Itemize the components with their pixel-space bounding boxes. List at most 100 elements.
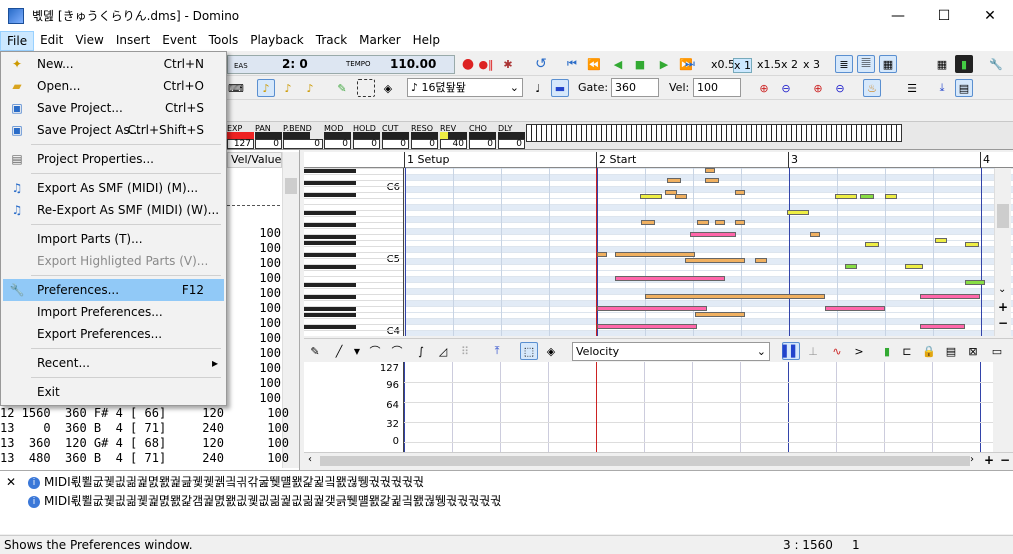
hzoom-minus-icon[interactable]: − <box>1000 453 1010 467</box>
midi-note[interactable] <box>755 258 767 263</box>
midi-note[interactable] <box>935 238 947 243</box>
marker-3[interactable]: 3 <box>791 153 798 166</box>
menu-item-recent[interactable]: Recent... ▸ <box>3 352 224 374</box>
close-button[interactable]: ✕ <box>967 0 1013 31</box>
menu-item-project-properties[interactable]: ▤ Project Properties... <box>3 148 224 170</box>
line-icon[interactable]: ╱ <box>330 342 348 360</box>
instrument-icon[interactable]: ♨ <box>863 79 881 97</box>
hold-meter[interactable] <box>353 132 380 139</box>
mod-meter[interactable] <box>324 132 351 139</box>
speed-x15[interactable]: x1.5 <box>757 58 781 71</box>
chart-icon[interactable]: ⊠ <box>964 342 982 360</box>
line-dropdown-icon[interactable]: ▼ <box>348 342 366 360</box>
black-key[interactable] <box>304 211 356 215</box>
book-icon[interactable]: ▤ <box>955 79 973 97</box>
midi-note[interactable] <box>705 178 719 183</box>
black-key[interactable] <box>304 241 356 245</box>
mini-keyboard[interactable] <box>526 124 902 142</box>
menu-view[interactable]: View <box>69 31 109 51</box>
midi-note[interactable] <box>640 194 662 199</box>
midi-note[interactable] <box>697 220 709 225</box>
midi-note[interactable] <box>965 280 985 285</box>
black-key[interactable] <box>304 223 356 227</box>
scroll-down-icon[interactable]: ⌄ <box>998 284 1006 295</box>
menu-marker[interactable]: Marker <box>353 31 406 51</box>
curve3-icon[interactable]: ∫ <box>412 342 430 360</box>
midi-note[interactable] <box>715 220 725 225</box>
black-key[interactable] <box>304 181 356 185</box>
menu-playback[interactable]: Playback <box>244 31 310 51</box>
midi-note[interactable] <box>825 306 885 311</box>
zoom-minus-icon[interactable]: − <box>998 316 1008 330</box>
piano-hscroll[interactable]: ‹ › + − <box>304 452 1013 469</box>
black-key[interactable] <box>304 265 356 269</box>
note-icon[interactable]: ♩ <box>529 79 547 97</box>
insert-point-icon[interactable]: ⤒ <box>488 342 506 360</box>
speed-x05[interactable]: x0.5 <box>711 58 735 71</box>
stop-icon[interactable]: ■ <box>631 55 649 73</box>
piano-view-icon[interactable]: 𝄚 <box>857 55 875 73</box>
black-key[interactable] <box>304 193 356 197</box>
scroll-left-icon[interactable]: ‹ <box>308 454 312 465</box>
rev-meter[interactable] <box>440 132 467 139</box>
speed-x3[interactable]: x 3 <box>803 58 820 71</box>
exp-meter[interactable] <box>227 132 254 139</box>
menu-track[interactable]: Track <box>310 31 353 51</box>
settings-wrench-icon[interactable]: 🔧 <box>987 55 1005 73</box>
black-key[interactable] <box>304 283 356 287</box>
panel-icon[interactable]: ▭ <box>988 342 1006 360</box>
greater-icon[interactable]: > <box>850 342 868 360</box>
measure-ruler[interactable]: 1 Setup 2 Start 3 4 <box>304 152 1013 168</box>
table-row[interactable]: 13 360 120 G# 4 [ 68] 120 100 <box>0 436 289 451</box>
black-key[interactable] <box>304 235 356 239</box>
table-row[interactable]: 13 480 360 B 4 [ 71] 240 100 <box>0 451 289 466</box>
black-key[interactable] <box>304 307 356 311</box>
black-key[interactable] <box>304 253 356 257</box>
note-length-select[interactable]: ♪ 16뎘돺돺 ⌄ <box>407 78 523 97</box>
tracks-icon[interactable]: ☰ <box>903 79 921 97</box>
midi-note[interactable] <box>675 194 687 199</box>
speaker-mute-icon[interactable]: ♪ <box>279 79 297 97</box>
select-icon[interactable] <box>357 79 375 97</box>
midi-note[interactable] <box>641 220 655 225</box>
menu-event[interactable]: Event <box>156 31 202 51</box>
menu-edit[interactable]: Edit <box>34 31 69 51</box>
marker-start[interactable]: 2 Start <box>599 153 636 166</box>
maximize-button[interactable]: ☐ <box>921 0 967 31</box>
vel-value-header[interactable]: Vel/Value <box>227 152 282 168</box>
zoom-plus-icon[interactable]: + <box>998 300 1008 314</box>
curve2-icon[interactable]: ⌒ <box>388 342 406 360</box>
midi-note[interactable] <box>835 194 857 199</box>
note-grid[interactable] <box>405 168 1013 336</box>
list-view-icon[interactable]: ≣ <box>835 55 853 73</box>
midi-note[interactable] <box>920 324 965 329</box>
zoom-h-out-icon[interactable]: ⊖ <box>831 79 849 97</box>
triplet-icon[interactable]: ▬ <box>551 79 569 97</box>
marker-4[interactable]: 4 <box>983 153 990 166</box>
midi-note[interactable] <box>685 258 745 263</box>
zoom-in-icon[interactable]: ⊕ <box>755 79 773 97</box>
curve1-icon[interactable]: ⌒ <box>366 342 384 360</box>
midi-note[interactable] <box>860 194 874 199</box>
midi-note[interactable] <box>667 178 681 183</box>
menu-item-import-parts[interactable]: Import Parts (T)... <box>3 228 224 250</box>
midi-note[interactable] <box>965 242 979 247</box>
wave-icon[interactable]: ∿ <box>828 342 846 360</box>
cho-meter[interactable] <box>469 132 496 139</box>
velocity-graph[interactable] <box>304 362 993 452</box>
gate-field[interactable]: 360 <box>611 78 659 97</box>
rewind-icon[interactable]: ⏪ <box>585 55 603 73</box>
menu-item-reexport-smf[interactable]: ♫ Re-Export As SMF (MIDI) (W)... <box>3 199 224 221</box>
minimize-button[interactable]: — <box>875 0 921 31</box>
midi-note[interactable] <box>695 312 745 317</box>
midi-note[interactable] <box>885 194 897 199</box>
speed-x2[interactable]: x 2 <box>781 58 798 71</box>
black-key[interactable] <box>304 325 356 329</box>
menu-item-export-preferences[interactable]: Export Preferences... <box>3 323 224 345</box>
midi-note[interactable] <box>735 220 745 225</box>
zoom-out-icon[interactable]: ⊖ <box>777 79 795 97</box>
random-icon[interactable]: ⠿ <box>456 342 474 360</box>
prev-icon[interactable]: ◀ <box>609 55 627 73</box>
grid-icon[interactable]: ▦ <box>933 55 951 73</box>
midi-note[interactable] <box>690 232 736 237</box>
